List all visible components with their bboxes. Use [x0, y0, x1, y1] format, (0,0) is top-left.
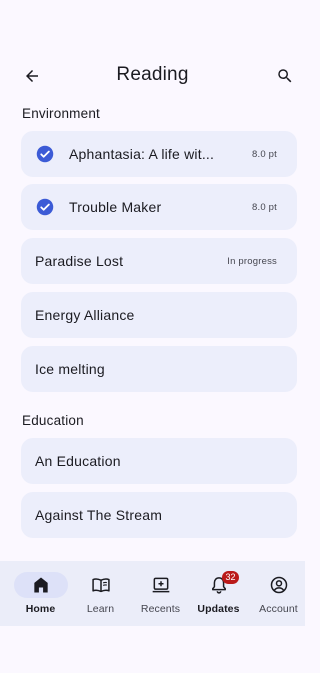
nav-item-home[interactable]: Home	[10, 561, 71, 626]
list-item[interactable]: Energy Alliance	[21, 292, 297, 338]
account-icon	[270, 576, 287, 594]
list-item-label: Energy Alliance	[35, 307, 135, 323]
list-item-label: An Education	[35, 453, 121, 469]
list-item[interactable]: Trouble Maker 8.0 pt	[21, 184, 297, 230]
book-icon	[91, 578, 110, 593]
list-item[interactable]: Ice melting	[21, 346, 297, 392]
list-item-label: Trouble Maker	[69, 199, 162, 215]
nav-label: Account	[259, 603, 298, 615]
list-item-label: Paradise Lost	[35, 253, 124, 269]
list-item-label: Ice melting	[35, 361, 105, 377]
nav-label: Recents	[140, 603, 181, 615]
nav-item-learn[interactable]: Learn	[70, 561, 131, 626]
status-label: In progress	[227, 255, 277, 267]
search-button[interactable]	[273, 64, 297, 88]
section-header-environment: Environment	[22, 106, 100, 121]
home-icon	[33, 577, 48, 593]
list-item-label: Aphantasia: A life wit...	[69, 146, 215, 162]
notification-badge: 32	[222, 571, 239, 584]
list-item[interactable]: Aphantasia: A life wit... 8.0 pt	[21, 131, 297, 177]
nav-label: Learn	[86, 603, 115, 615]
nav-label: Updates	[197, 603, 240, 615]
page-title: Reading	[116, 64, 189, 85]
points-label: 8.0 pt	[252, 148, 277, 160]
list-item[interactable]: An Education	[21, 438, 297, 484]
nav-item-recents[interactable]: Recents	[130, 561, 191, 626]
list-item-label: Against The Stream	[35, 507, 163, 523]
list-item[interactable]: Against The Stream	[21, 492, 297, 538]
check-circle-icon	[36, 145, 54, 163]
bottom-navigation: Home Learn Recents 32 Updates Account	[0, 561, 305, 626]
section-header-education: Education	[22, 413, 84, 428]
search-icon	[278, 69, 292, 83]
nav-label: Home	[25, 603, 56, 615]
list-item[interactable]: Paradise Lost In progress	[21, 238, 297, 284]
top-app-bar: Reading	[0, 62, 305, 90]
nav-item-account[interactable]: Account	[248, 561, 309, 626]
recents-icon	[152, 577, 169, 593]
points-label: 8.0 pt	[252, 201, 277, 213]
check-circle-icon	[36, 198, 54, 216]
nav-item-updates[interactable]: 32 Updates	[188, 561, 249, 626]
